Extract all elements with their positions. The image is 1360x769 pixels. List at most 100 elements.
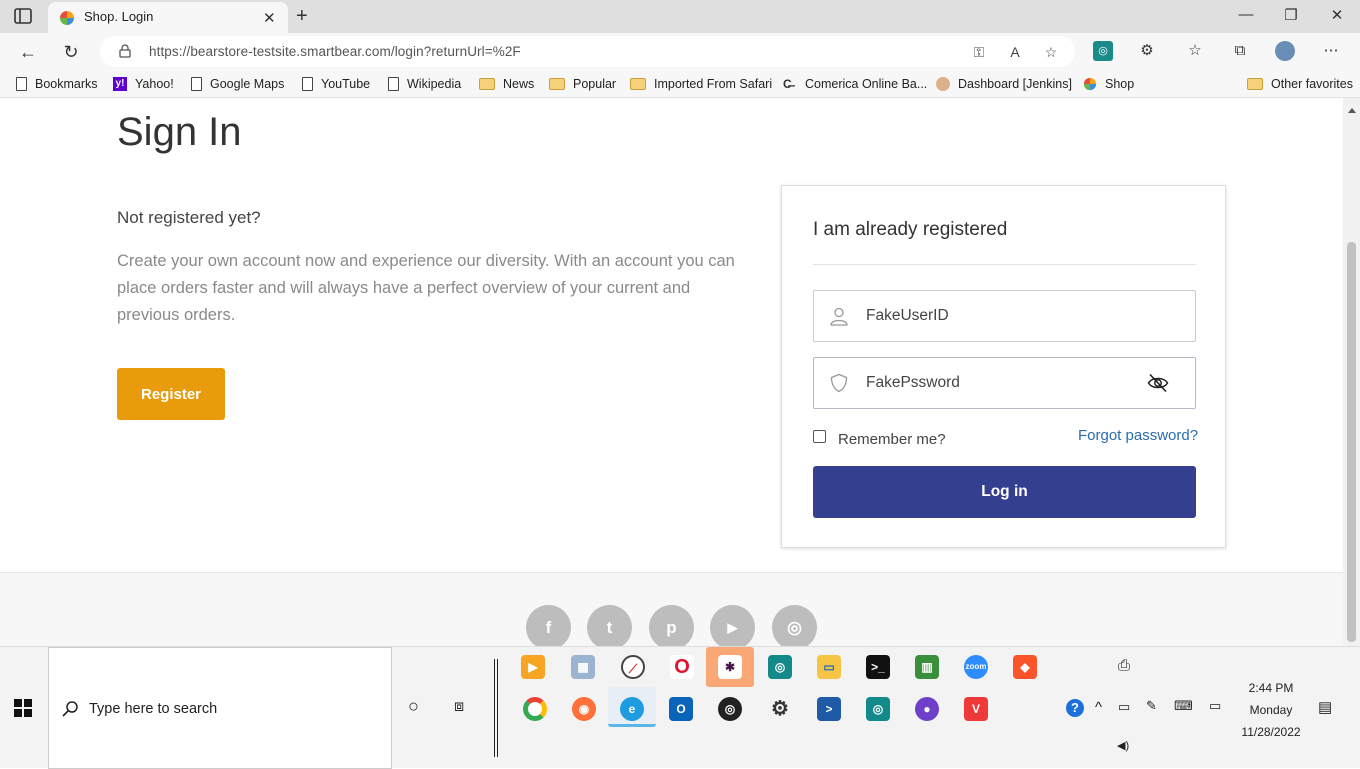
- page-title: Sign In: [117, 110, 242, 154]
- search-icon: [62, 701, 78, 717]
- read-aloud-icon[interactable]: A: [1006, 43, 1024, 61]
- bookmark-yahoo[interactable]: y! Yahoo!: [113, 76, 174, 92]
- password-field[interactable]: FakePssword: [813, 357, 1196, 409]
- facebook-icon[interactable]: f: [526, 605, 571, 646]
- chrome-icon[interactable]: [523, 697, 547, 721]
- tab-bar: Shop. Login ✕ + — ❐ ✕: [0, 0, 1360, 33]
- volume-icon[interactable]: ◀): [1117, 739, 1129, 752]
- page-scrollbar[interactable]: [1343, 98, 1360, 646]
- login-button[interactable]: Log in: [813, 466, 1196, 518]
- scroll-up-icon[interactable]: [1348, 108, 1356, 113]
- bookmark-shop[interactable]: Shop: [1083, 76, 1134, 92]
- user-icon: [830, 307, 848, 326]
- youtube-icon[interactable]: ▶: [710, 605, 755, 646]
- username-value[interactable]: FakeUserID: [866, 307, 949, 325]
- twitter-icon[interactable]: t: [587, 605, 632, 646]
- powershell-icon[interactable]: >: [817, 697, 841, 721]
- extension-icon[interactable]: ◎: [1093, 41, 1113, 61]
- outlook-icon[interactable]: O: [669, 697, 693, 721]
- instagram-icon[interactable]: ◎: [772, 605, 817, 646]
- window-close-icon[interactable]: ✕: [1327, 6, 1347, 24]
- active-tab[interactable]: Shop. Login ✕: [48, 2, 288, 33]
- restore-icon[interactable]: ❐: [1281, 6, 1301, 24]
- firefox-icon[interactable]: ◉: [572, 697, 596, 721]
- compass-icon[interactable]: ⟋: [621, 655, 645, 679]
- edge-icon[interactable]: e: [620, 697, 644, 721]
- extensions-puzzle-icon[interactable]: ⚙: [1137, 41, 1157, 61]
- windows-start-icon[interactable]: [14, 699, 32, 717]
- chevron-up-icon[interactable]: ^: [1095, 699, 1102, 716]
- add-favorite-icon[interactable]: ☆: [1042, 43, 1060, 61]
- key-icon[interactable]: ⚿: [970, 43, 988, 61]
- bookmark-comerica[interactable]: C̶ Comerica Online Ba...: [783, 76, 927, 92]
- profile-avatar[interactable]: [1275, 41, 1295, 61]
- bookmark-youtube[interactable]: YouTube: [302, 76, 370, 92]
- password-value[interactable]: FakePssword: [866, 374, 960, 392]
- username-field[interactable]: FakeUserID: [813, 290, 1196, 342]
- bookmark-google-maps[interactable]: Google Maps: [191, 76, 284, 92]
- testcomplete-icon[interactable]: ◎: [866, 697, 890, 721]
- tab-actions-icon[interactable]: [14, 8, 32, 24]
- navigation-bar: ← ↻ https://bearstore-testsite.smartbear…: [0, 33, 1360, 70]
- task-view-icon[interactable]: ⧈: [454, 698, 464, 716]
- keyboard-icon[interactable]: ⌨: [1174, 698, 1193, 714]
- remember-me[interactable]: Remember me?: [813, 428, 946, 448]
- url-text[interactable]: https://bearstore-testsite.smartbear.com…: [149, 44, 521, 59]
- tab-close-icon[interactable]: ✕: [263, 9, 276, 27]
- bookmarks-bar: Bookmarks y! Yahoo! Google Maps YouTube W…: [0, 70, 1360, 98]
- zoom-icon[interactable]: zoom: [964, 655, 988, 679]
- help-icon[interactable]: ?: [1066, 699, 1084, 717]
- cortana-icon[interactable]: ○: [408, 696, 419, 717]
- register-intro-text: Create your own account now and experien…: [117, 252, 735, 324]
- remember-me-label[interactable]: Remember me?: [838, 431, 946, 448]
- favorites-icon[interactable]: ☆: [1185, 41, 1205, 61]
- hide-password-icon[interactable]: [1147, 373, 1169, 393]
- vivaldi-icon[interactable]: V: [964, 697, 988, 721]
- opera-icon[interactable]: O: [670, 655, 694, 679]
- brave-icon[interactable]: ◆: [1013, 655, 1037, 679]
- page-icon: [191, 77, 202, 91]
- refresh-icon[interactable]: ↻: [60, 41, 82, 63]
- taskbar-divider: [494, 659, 498, 757]
- bookmark-wikipedia[interactable]: Wikipedia: [388, 76, 461, 92]
- notifications-icon[interactable]: ▤: [1318, 698, 1332, 716]
- forgot-password-link[interactable]: Forgot password?: [1078, 427, 1198, 444]
- search-placeholder[interactable]: Type here to search: [89, 701, 217, 717]
- taskbar: Type here to search ○ ⧈ ▶ ▦ ⟋ O ✱ ◎ ▭ >_…: [0, 646, 1360, 769]
- register-button[interactable]: Register: [117, 368, 225, 420]
- battery-icon[interactable]: ▭: [1118, 699, 1130, 715]
- back-icon[interactable]: ←: [17, 41, 39, 63]
- bookmark-popular[interactable]: Popular: [549, 76, 616, 92]
- minimize-icon[interactable]: —: [1236, 6, 1256, 23]
- meet-now-icon[interactable]: ⎙: [1118, 657, 1130, 674]
- github-icon[interactable]: ●: [915, 697, 939, 721]
- settings-gear-icon[interactable]: ⚙: [768, 697, 792, 721]
- bookmark-bookmarks[interactable]: Bookmarks: [16, 76, 98, 92]
- clock[interactable]: 2:44 PM Monday 11/28/2022: [1232, 677, 1310, 743]
- photo-viewer-icon[interactable]: ▦: [571, 655, 595, 679]
- remember-me-checkbox[interactable]: [813, 430, 826, 443]
- more-menu-icon[interactable]: ⋯: [1321, 41, 1341, 61]
- folder-icon: [630, 78, 646, 90]
- media-player-icon[interactable]: ▶: [521, 655, 545, 679]
- taskbar-search[interactable]: Type here to search: [48, 647, 392, 769]
- bookmark-jenkins[interactable]: Dashboard [Jenkins]: [936, 76, 1072, 92]
- bookmark-imported-from-safari[interactable]: Imported From Safari: [630, 76, 772, 92]
- bookmark-other-favorites[interactable]: Other favorites: [1247, 76, 1353, 92]
- terminal-icon[interactable]: >_: [866, 655, 890, 679]
- scrollbar-thumb[interactable]: [1347, 242, 1356, 642]
- lock-icon[interactable]: [118, 44, 132, 58]
- address-bar[interactable]: https://bearstore-testsite.smartbear.com…: [100, 36, 1075, 67]
- slack-icon[interactable]: ✱: [718, 655, 742, 679]
- chart-app-icon[interactable]: ▥: [915, 655, 939, 679]
- file-explorer-icon[interactable]: ▭: [817, 655, 841, 679]
- page-icon: [388, 77, 399, 91]
- new-tab-icon[interactable]: +: [296, 5, 308, 28]
- obs-icon[interactable]: ◎: [718, 697, 742, 721]
- display-icon[interactable]: ▭: [1209, 698, 1221, 714]
- testcomplete-icon[interactable]: ◎: [768, 655, 792, 679]
- pen-icon[interactable]: ✎: [1146, 698, 1157, 714]
- pinterest-icon[interactable]: p: [649, 605, 694, 646]
- bookmark-news[interactable]: News: [479, 76, 534, 92]
- collections-icon[interactable]: ⧉: [1230, 41, 1250, 61]
